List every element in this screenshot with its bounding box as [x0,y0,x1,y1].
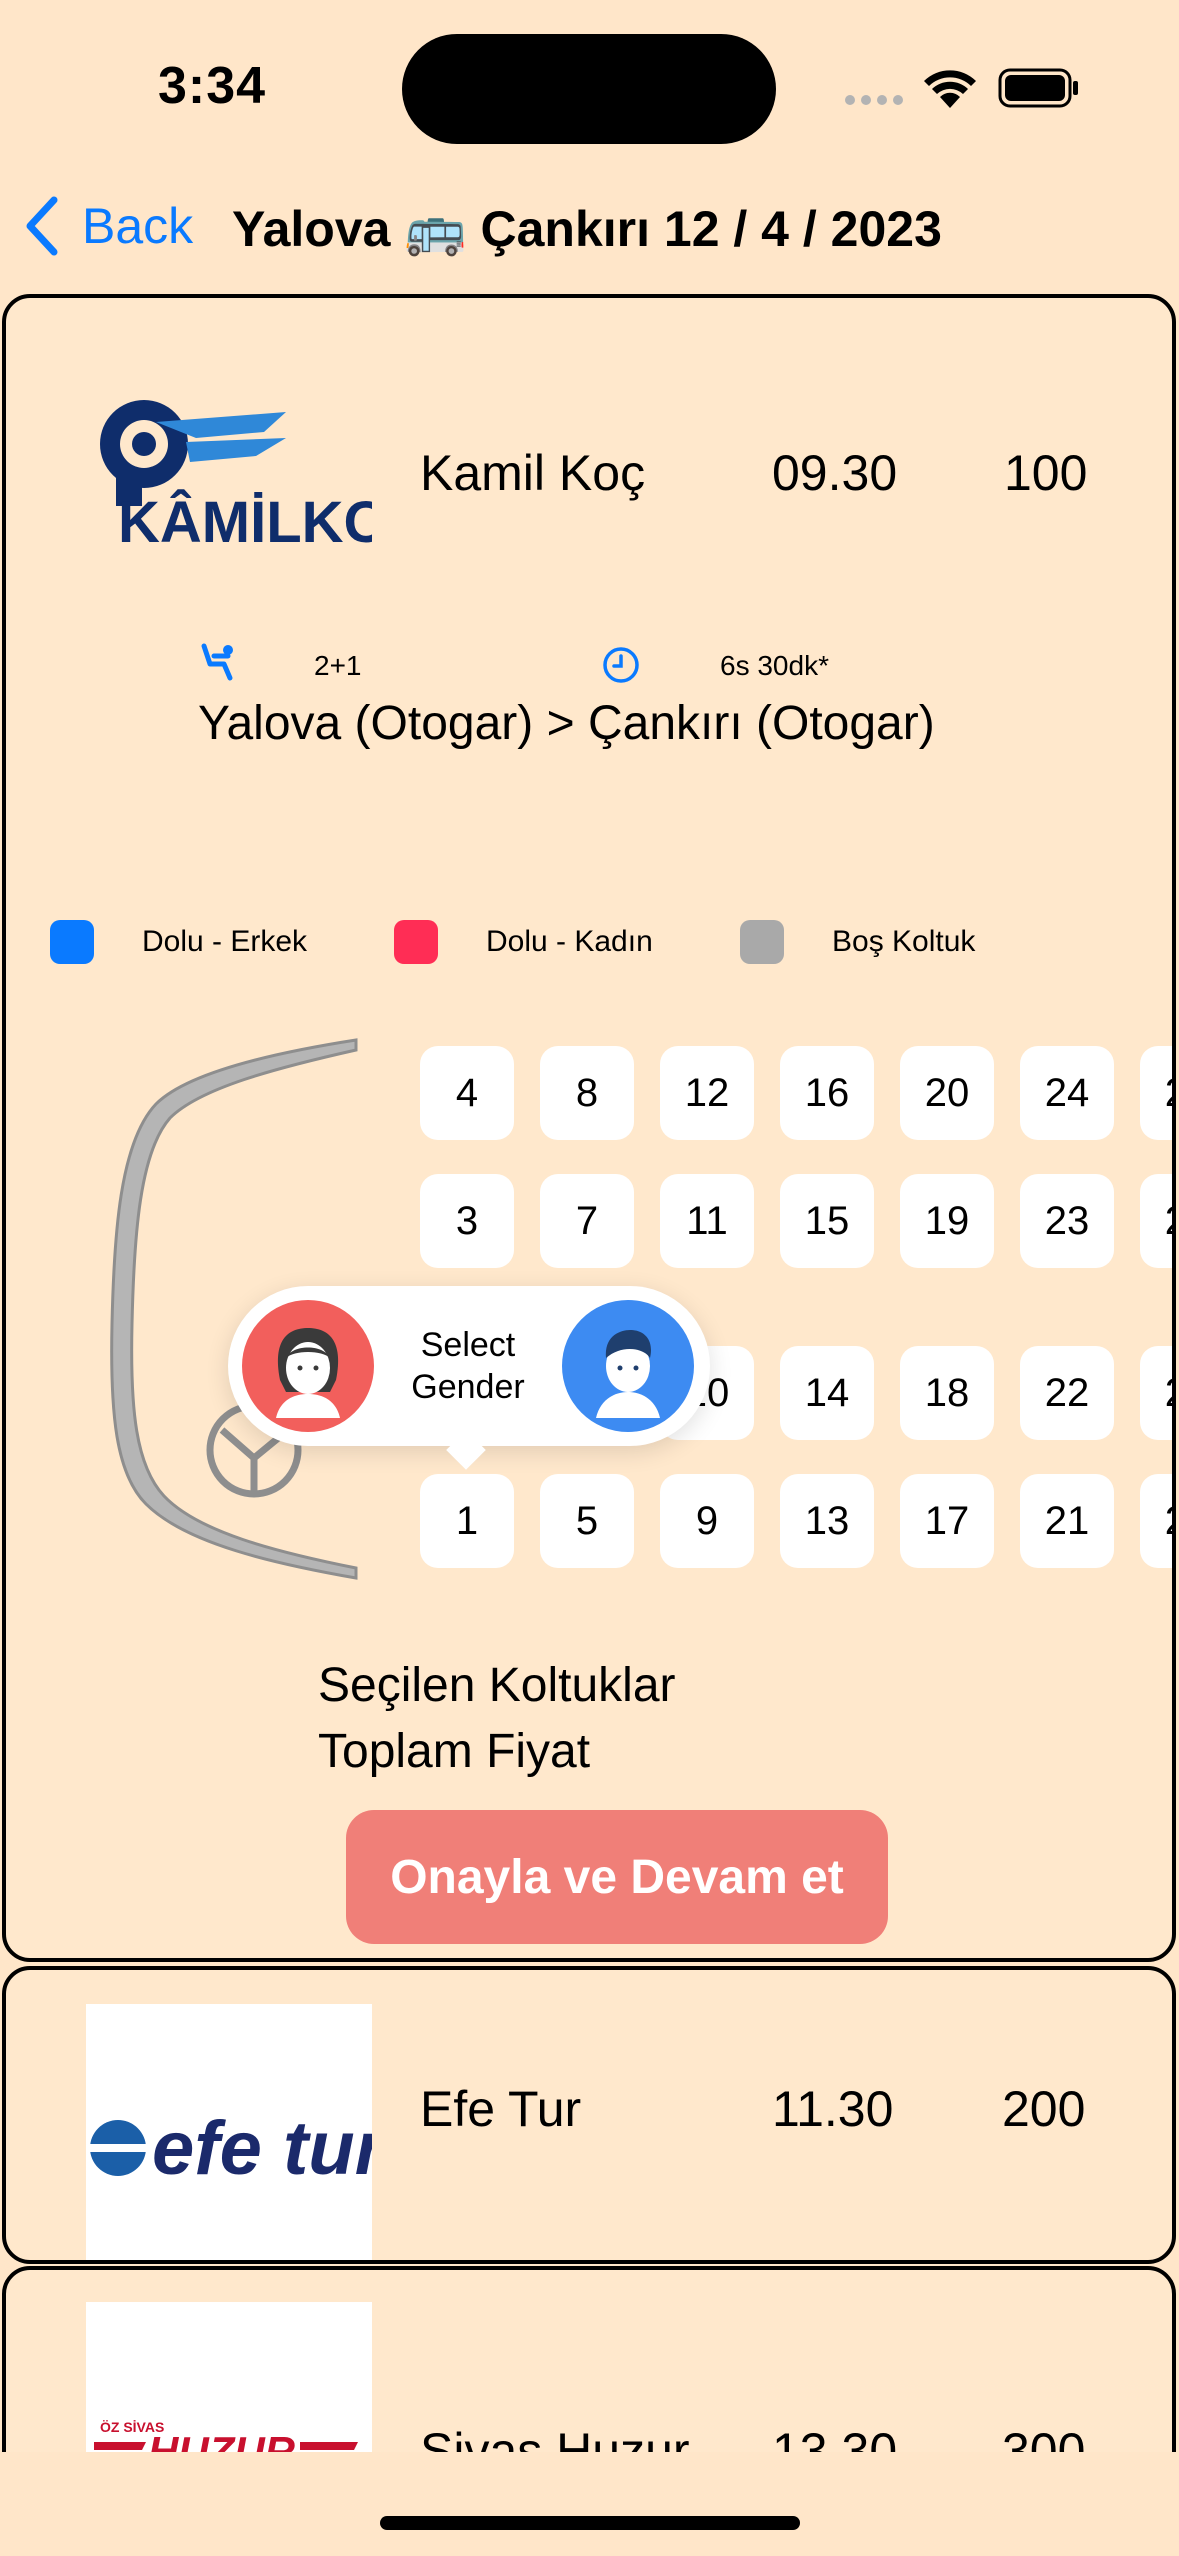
trip-card-expanded[interactable]: KÂMİLKOÇ Kamil Koç 09.30 100 2+1 6s 30dk… [2,294,1176,1962]
male-gender-button[interactable] [562,1300,694,1432]
seat-16[interactable]: 16 [780,1046,874,1140]
confirm-continue-button[interactable]: Onayla ve Devam et [346,1810,888,1944]
seat-27[interactable]: 27 [1140,1174,1172,1268]
legend-label: Dolu - Erkek [142,925,308,958]
seat-3[interactable]: 3 [420,1174,514,1268]
female-avatar-icon [276,1328,340,1418]
seat-legend: Dolu - Erkek Dolu - Kadın Boş Koltuk [50,920,1150,970]
seat-icon [201,643,233,681]
seat-13[interactable]: 13 [780,1474,874,1568]
seat-17[interactable]: 17 [900,1474,994,1568]
trip-price: 100 [1004,445,1088,501]
trip-duration: 6s 30dk* [720,650,829,681]
status-time: 3:34 [158,57,267,115]
gender-select-label: Select Gender [411,1326,525,1406]
seat-18[interactable]: 18 [900,1346,994,1440]
bottom-safe-area [0,2452,1179,2556]
seat-28[interactable]: 28 [1140,1046,1172,1140]
seat-12[interactable]: 12 [660,1046,754,1140]
svg-text:KÂMİLKOÇ: KÂMİLKOÇ [118,490,372,555]
navigation-bar: Back Yalova 🚌 Çankırı 12 / 4 / 2023 [0,180,1179,280]
legend-item-female: Dolu - Kadın [394,920,653,964]
seat-23[interactable]: 23 [1020,1174,1114,1268]
departure-time: 11.30 [772,2081,894,2137]
status-bar: 3:34 [0,0,1179,170]
seat-24[interactable]: 24 [1020,1046,1114,1140]
legend-swatch-male [50,920,94,964]
selected-seats-label: Seçilen Koltuklar [318,1659,676,1712]
svg-text:efe tur: efe tur [152,2106,372,2191]
page-title: Yalova 🚌 Çankırı 12 / 4 / 2023 [232,201,942,257]
male-avatar-icon [596,1330,660,1418]
seat-25[interactable]: 25 [1140,1474,1172,1568]
popover-tail [446,1430,486,1470]
battery-icon [998,68,1078,108]
dynamic-island [402,34,776,144]
legend-swatch-empty [740,920,784,964]
company-name: Kamil Koç [420,445,646,501]
legend-item-male: Dolu - Erkek [50,920,307,964]
seat-4[interactable]: 4 [420,1046,514,1140]
seat-9[interactable]: 9 [660,1474,754,1568]
trip-card[interactable]: efe tur Efe Tur 11.30 200 [2,1966,1176,2264]
seat-1[interactable]: 1 [420,1474,514,1568]
seat-26[interactable]: 26 [1140,1346,1172,1440]
legend-label: Dolu - Kadın [486,925,653,958]
chevron-left-icon [26,196,58,256]
back-button[interactable]: Back [24,196,193,256]
company-logo-kamilkoc: KÂMİLKOÇ [86,382,431,558]
seat-19[interactable]: 19 [900,1174,994,1268]
total-price-label: Toplam Fiyat [318,1725,591,1778]
seat-14[interactable]: 14 [780,1346,874,1440]
back-label: Back [82,198,194,254]
gender-select-popover: Select Gender [228,1286,710,1470]
company-logo-efetur: efe tur [86,2004,389,2260]
departure-time: 09.30 [772,445,898,501]
clock-icon [603,647,639,683]
trip-route: Yalova (Otogar) > Çankırı (Otogar) [198,697,935,750]
seat-11[interactable]: 11 [660,1174,754,1268]
seat-7[interactable]: 7 [540,1174,634,1268]
seat-5[interactable]: 5 [540,1474,634,1568]
seat-15[interactable]: 15 [780,1174,874,1268]
legend-swatch-female [394,920,438,964]
cellular-signal-icon [845,95,903,105]
legend-label: Boş Koltuk [832,925,976,958]
legend-item-empty: Boş Koltuk [740,920,975,964]
wifi-icon [924,70,976,108]
company-name: Efe Tur [420,2081,582,2137]
trip-info-row: 2+1 6s 30dk* [198,642,958,686]
home-indicator[interactable] [380,2516,800,2530]
seat-21[interactable]: 21 [1020,1474,1114,1568]
seat-20[interactable]: 20 [900,1046,994,1140]
female-gender-button[interactable] [242,1300,374,1432]
seat-layout: 2+1 [314,650,362,681]
seat-22[interactable]: 22 [1020,1346,1114,1440]
trip-price: 200 [1002,2081,1086,2137]
seat-8[interactable]: 8 [540,1046,634,1140]
